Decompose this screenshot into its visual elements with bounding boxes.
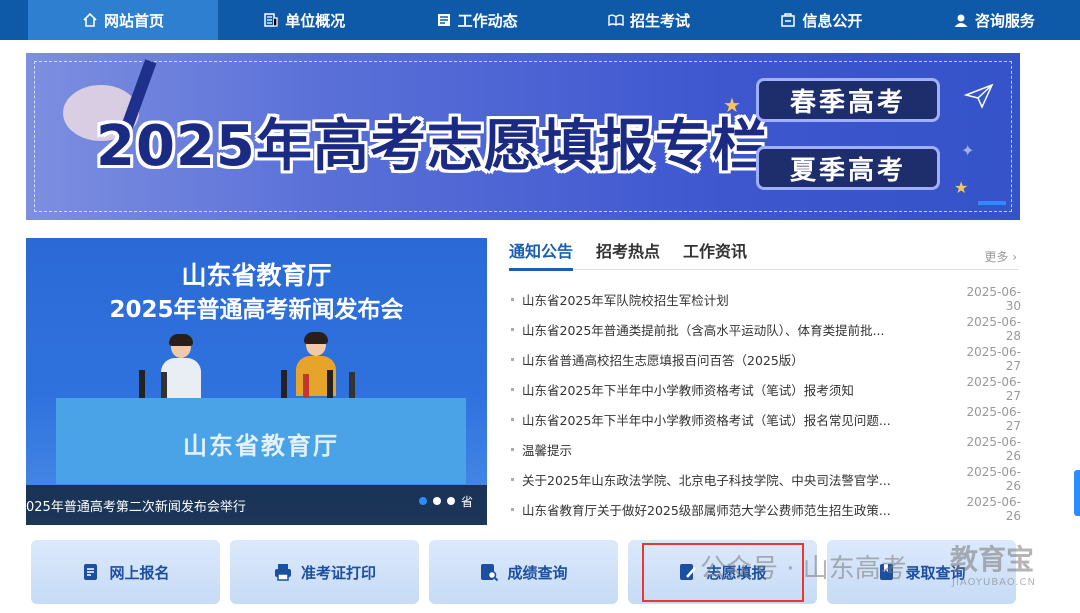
nav-label: 咨询服务 [974,11,1035,30]
news-title: 山东省2025年下半年中小学教师资格考试（笔试）报名常见问题... [522,412,891,428]
news-title: 山东省2025年军队院校招生军检计划 [522,292,729,308]
news-date: 2025-06-28 [966,315,1021,343]
news-title: 温馨提示 [522,442,573,458]
news-date: 2025-06-26 [966,495,1021,523]
watermark-brand: 教育宝 [950,543,1035,576]
news-date: 2025-06-27 [966,375,1021,403]
list-item[interactable]: 山东省2025年下半年中小学教师资格考试（笔试）报名常见问题... 2025-06… [509,404,1021,434]
news-date: 2025-06-26 [966,465,1021,493]
nav-home[interactable]: 网站首页 [28,0,218,40]
tab-hot[interactable]: 招考热点 [596,238,660,268]
nav-label: 招生考试 [630,11,691,30]
spring-gaokao-button[interactable]: 春季高考 [756,78,940,122]
carousel-dot[interactable] [446,497,455,505]
paper-plane-icon [964,83,994,109]
gaokao-banner[interactable]: 2025年高考志愿填报专栏 ★ ★ 春季高考 夏季高考 ✦ [26,53,1020,220]
list-item[interactable]: 山东省教育厅关于做好2025级部属师范大学公费师范生招生政策... 2025-06… [509,494,1021,524]
desk-label: 山东省教育厅 [183,432,339,460]
news-photo-carousel[interactable]: 山东省教育厅 2025年普通高考新闻发布会 山东省教育厅 025年普通高考第二次… [26,238,487,525]
tab-notices[interactable]: 通知公告 [509,238,574,271]
nav-label: 单位概况 [285,11,346,30]
list-item[interactable]: 温馨提示 2025-06-26 [509,434,1021,464]
list-item[interactable]: 山东省2025年下半年中小学教师资格考试（笔试）报考须知 2025-06-27 [509,374,1021,404]
nav-consult[interactable]: 咨询服务 [908,0,1080,40]
home-icon [82,12,98,28]
nav-about[interactable]: 单位概况 [218,0,390,40]
news-title: 山东省2025年普通类提前批（含高水平运动队）、体育类提前批... [522,322,885,338]
banner-title: 2025年高考志愿填报专栏 [96,114,769,179]
building-icon [263,12,279,28]
caption-tail: 省 [460,495,473,509]
press-desk: 山东省教育厅 [56,398,466,484]
carousel-dot[interactable] [418,497,427,505]
admission-ticket-print-button[interactable]: 准考证打印 [230,540,419,604]
nav-label: 工作动态 [457,11,518,30]
chevron-right-icon: › [1012,250,1017,264]
news-title: 山东省教育厅关于做好2025级部属师范大学公费师范生招生政策... [522,502,891,518]
news-date: 2025-06-27 [966,405,1021,433]
info-icon [780,12,796,28]
form-icon [81,562,101,582]
carousel-dot[interactable] [432,497,441,505]
photo-heading-2: 2025年普通高考新闻发布会 [109,297,404,323]
sparkle-icon: ✦ [961,141,975,160]
more-label: 更多 [984,250,1009,264]
list-item[interactable]: 山东省普通高校招生志愿填报百问百答（2025版） 2025-06-27 [509,344,1021,374]
news-date: 2025-06-26 [966,435,1021,463]
list-item[interactable]: 山东省2025年普通类提前批（含高水平运动队）、体育类提前批... 2025-06… [509,314,1021,344]
microphones [131,370,401,400]
printer-icon [273,562,293,582]
star-icon: ★ [954,178,969,197]
news-tabs: 通知公告 招考热点 工作资讯 更多 › [509,238,1019,271]
news-date: 2025-06-30 [966,285,1021,313]
more-link[interactable]: 更多 › [984,248,1017,265]
news-icon [436,12,452,28]
score-query-button[interactable]: 成绩查询 [429,540,618,604]
news-title: 山东省2025年下半年中小学教师资格考试（笔试）报考须知 [522,382,854,398]
nav-info[interactable]: 信息公开 [735,0,907,40]
summer-gaokao-button[interactable]: 夏季高考 [756,146,940,190]
news-date: 2025-06-27 [966,345,1021,373]
nav-exam[interactable]: 招生考试 [563,0,735,40]
nav-label: 网站首页 [103,11,164,30]
search-doc-icon [479,562,499,582]
online-registration-button[interactable]: 网上报名 [31,540,220,604]
carousel-dots: 省 [418,495,473,510]
tab-work-news[interactable]: 工作资讯 [683,238,747,268]
book-icon [608,12,624,28]
news-title: 关于2025年山东政法学院、北京电子科技学院、中央司法警官学... [522,472,891,488]
user-icon [953,12,969,28]
watermark-account: 公众号 · 山东高考 [700,554,907,584]
caption-text: 025年普通高考第二次新闻发布会举行 [26,499,246,515]
news-title: 山东省普通高校招生志愿填报百问百答（2025版） [522,352,804,368]
nav-label: 信息公开 [802,11,863,30]
banner-underline [978,201,1006,205]
list-item[interactable]: 关于2025年山东政法学院、北京电子科技学院、中央司法警官学... 2025-06… [509,464,1021,494]
watermark-domain: JIAOYUBAO.CN [952,577,1036,588]
star-icon: ★ [723,93,741,117]
list-item[interactable]: 山东省2025年军队院校招生军检计划 2025-06-30 [509,284,1021,314]
side-float-tab[interactable] [1074,470,1080,516]
carousel-caption[interactable]: 025年普通高考第二次新闻发布会举行 [26,485,487,525]
photo-heading-1: 山东省教育厅 [181,261,332,290]
quick-link-label: 准考证打印 [300,563,376,582]
quick-link-label: 网上报名 [109,563,170,582]
quick-link-label: 成绩查询 [507,563,568,582]
top-nav: 网站首页 单位概况 工作动态 招生考试 信息公开 咨询服务 [0,0,1080,40]
nav-news[interactable]: 工作动态 [390,0,562,40]
news-list: 山东省2025年军队院校招生军检计划 2025-06-30 山东省2025年普通类… [509,284,1021,524]
